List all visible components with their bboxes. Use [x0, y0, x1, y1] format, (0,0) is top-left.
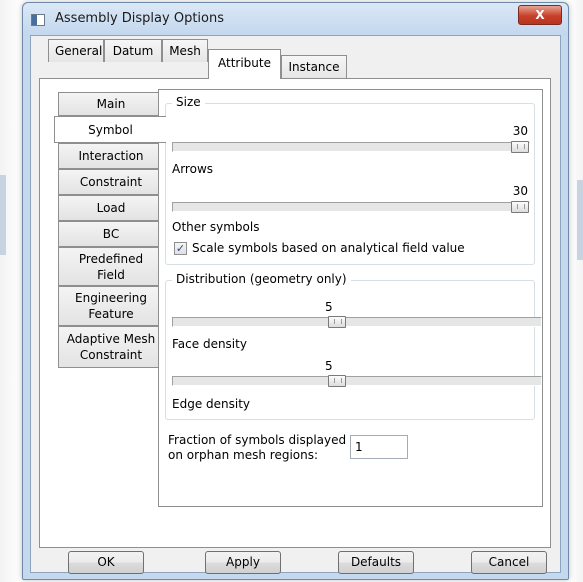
edge-density-slider[interactable] — [172, 375, 542, 387]
assembly-display-options-dialog: Assembly Display Options X General Datum… — [22, 2, 569, 580]
sidebar-item-symbol[interactable]: Symbol — [54, 116, 166, 143]
desktop-edge-right — [569, 0, 583, 582]
tab-instance[interactable]: Instance — [281, 55, 347, 78]
scale-symbols-label: Scale symbols based on analytical field … — [192, 241, 465, 255]
symbol-options-content: Size 30 Arrows 30 Other symbols ✓ Scale … — [158, 89, 543, 507]
desktop-mark-right — [577, 180, 583, 260]
checkmark-icon: ✓ — [175, 242, 186, 255]
fraction-input[interactable] — [350, 435, 408, 459]
sidebar-item-bc[interactable]: BC — [58, 221, 164, 247]
arrows-label: Arrows — [172, 162, 214, 176]
edge-density-value: 5 — [325, 359, 333, 373]
other-symbols-label: Other symbols — [172, 220, 260, 234]
arrows-slider-thumb[interactable] — [511, 141, 529, 153]
sidebar-item-engineering-feature[interactable]: Engineering Feature — [58, 286, 164, 326]
dialog-body: General Datum Mesh Attribute Instance Ma… — [30, 35, 561, 574]
edge-density-label: Edge density — [172, 397, 251, 411]
defaults-button[interactable]: Defaults — [338, 551, 414, 574]
sidebar-item-interaction[interactable]: Interaction — [58, 143, 164, 169]
scale-symbols-checkbox[interactable]: ✓ — [174, 242, 187, 255]
face-density-label: Face density — [172, 337, 247, 351]
close-button[interactable]: X — [518, 5, 562, 25]
tab-datum[interactable]: Datum — [104, 39, 162, 62]
sidebar-item-predefined-field[interactable]: Predefined Field — [58, 247, 164, 286]
arrows-size-slider[interactable] — [172, 141, 530, 153]
window-title: Assembly Display Options — [55, 11, 224, 26]
other-symbols-slider-thumb[interactable] — [511, 201, 529, 213]
other-symbols-size-value: 30 — [512, 184, 528, 198]
arrows-size-value: 30 — [512, 124, 528, 138]
apply-button[interactable]: Apply — [205, 551, 281, 574]
fraction-label-line1: Fraction of symbols displayed — [168, 433, 347, 447]
title-bar[interactable]: Assembly Display Options X — [23, 3, 568, 35]
size-group-legend: Size — [172, 95, 205, 109]
tab-attribute[interactable]: Attribute — [208, 49, 281, 79]
face-density-slider[interactable] — [172, 316, 542, 328]
distribution-group-legend: Distribution (geometry only) — [172, 272, 351, 286]
tab-general[interactable]: General — [48, 39, 104, 62]
sidebar-item-adaptive-mesh-constraint[interactable]: Adaptive Mesh Constraint — [58, 326, 164, 368]
distribution-group: Distribution (geometry only) 5 Face dens… — [165, 272, 542, 420]
cancel-button[interactable]: Cancel — [471, 551, 547, 574]
attribute-tab-panel: Main Symbol Interaction Constraint Load … — [39, 78, 551, 548]
close-icon: X — [535, 8, 545, 22]
other-symbols-size-slider[interactable] — [172, 201, 530, 213]
fraction-label: Fraction of symbols displayed on orphan … — [168, 433, 346, 463]
sidebar-item-constraint[interactable]: Constraint — [58, 169, 164, 195]
desktop-mark-left — [0, 175, 6, 255]
face-density-slider-thumb[interactable] — [328, 316, 346, 328]
sidebar-item-load[interactable]: Load — [58, 195, 164, 221]
face-density-value: 5 — [325, 300, 333, 314]
tab-mesh[interactable]: Mesh — [162, 39, 208, 62]
fraction-label-line2: on orphan mesh regions: — [168, 448, 319, 462]
desktop-edge-left — [0, 0, 22, 582]
ok-button[interactable]: OK — [68, 551, 144, 574]
edge-density-slider-thumb[interactable] — [328, 375, 346, 387]
size-group: Size 30 Arrows 30 Other symbols ✓ Scale … — [165, 95, 535, 265]
sidebar-item-main[interactable]: Main — [58, 92, 164, 116]
window-icon — [31, 14, 45, 26]
